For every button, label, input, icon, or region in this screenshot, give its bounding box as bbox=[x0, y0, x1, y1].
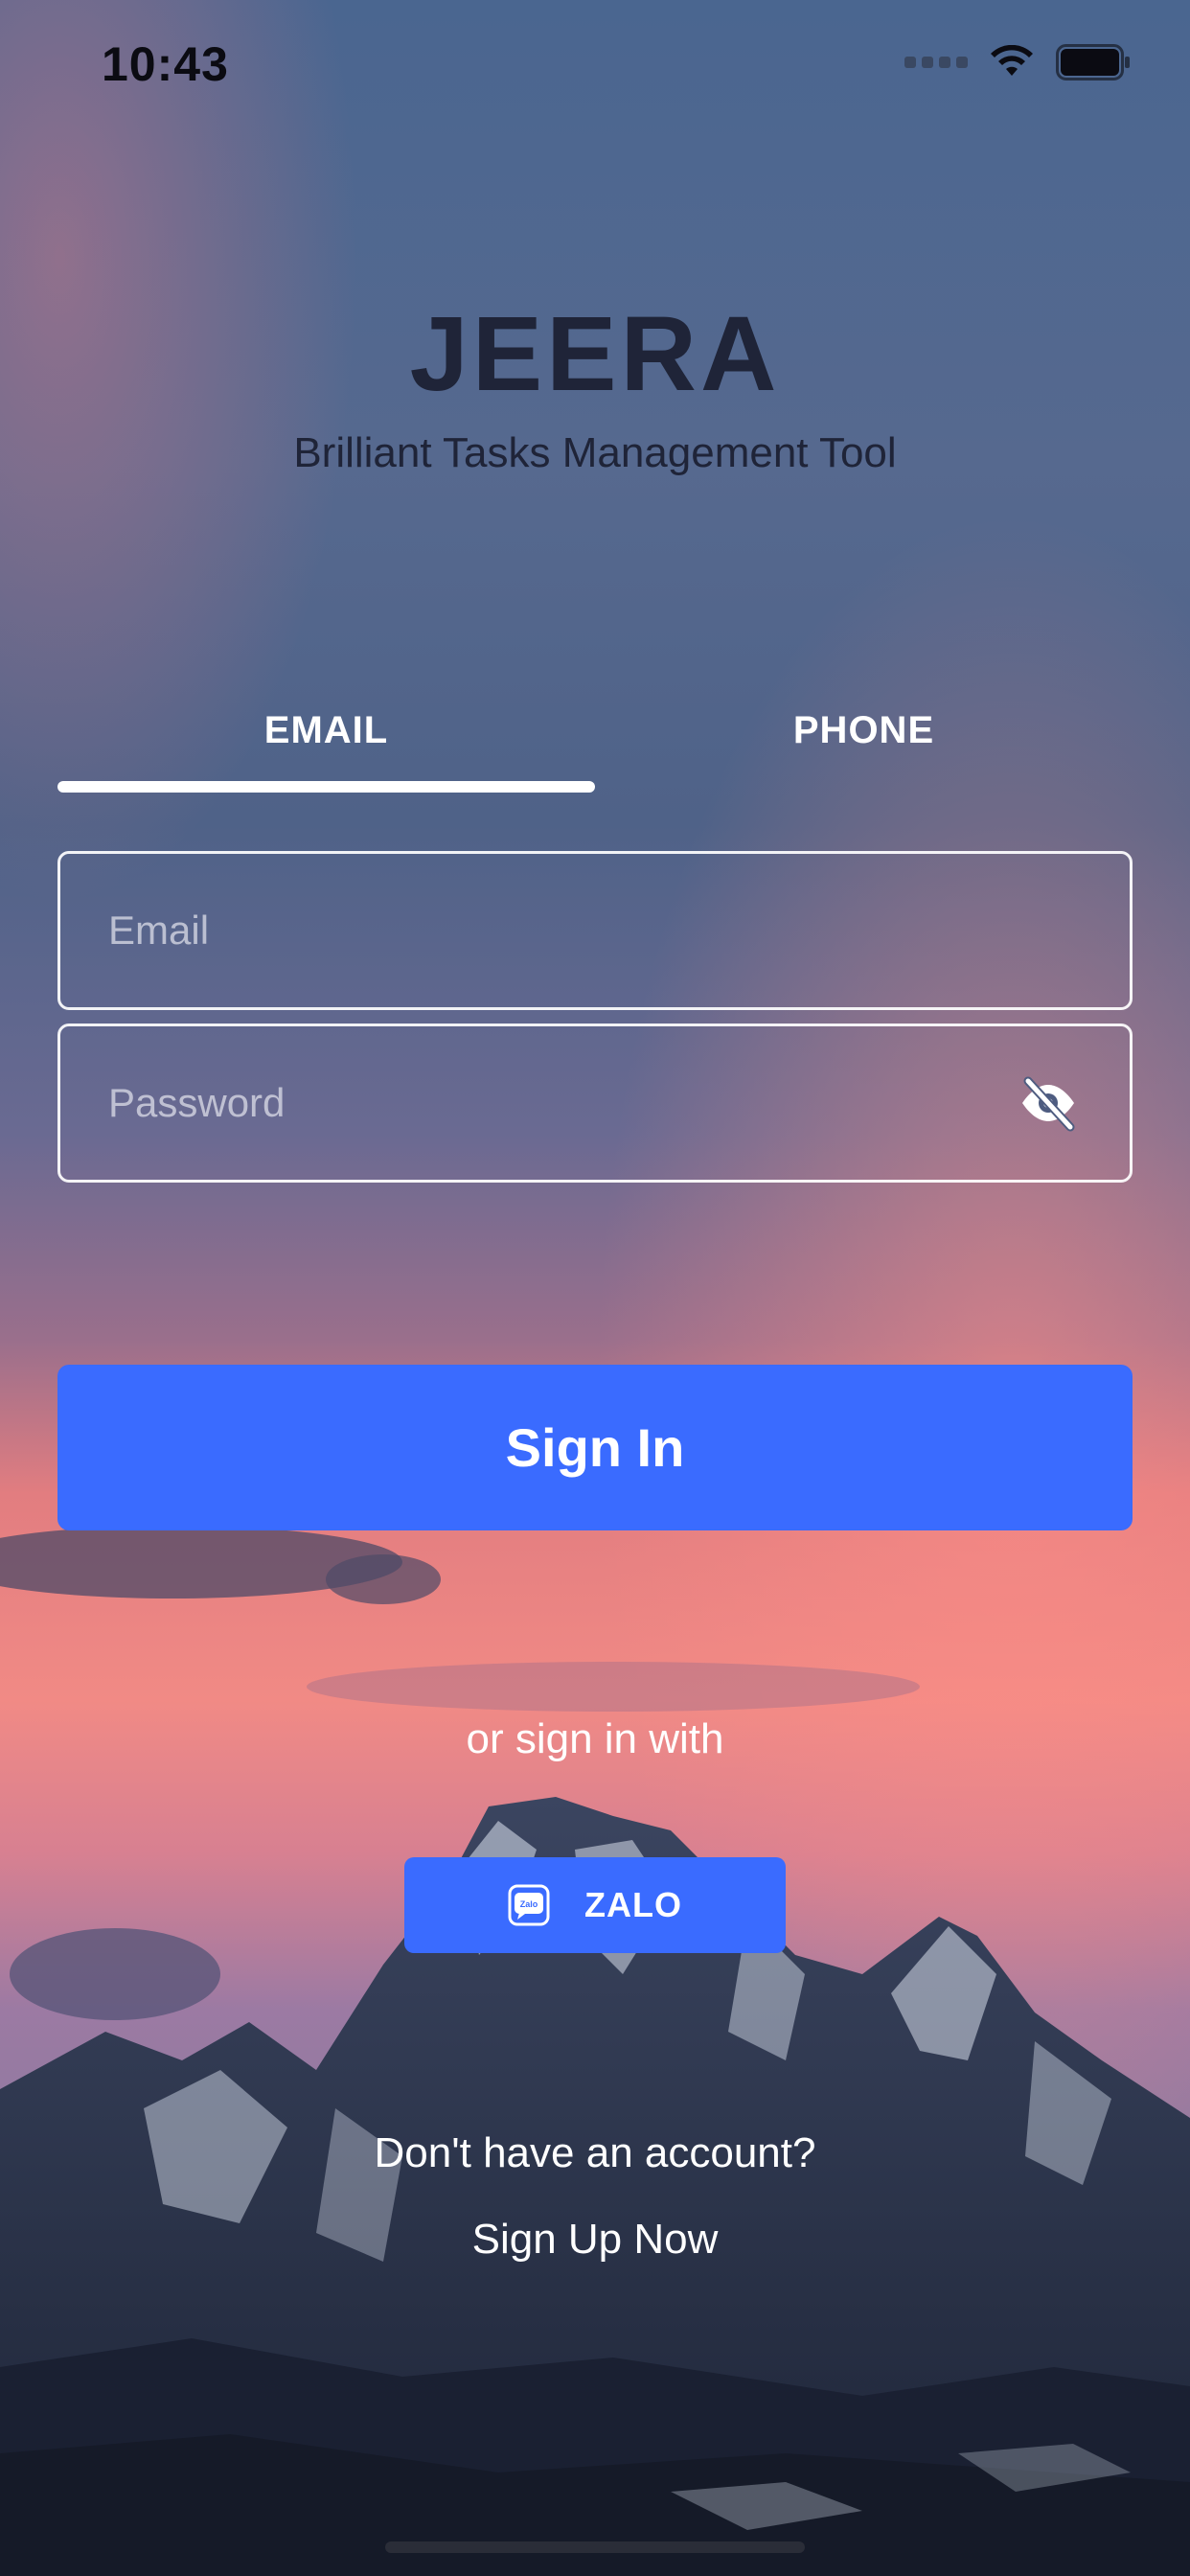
zalo-signin-button[interactable]: Zalo ZALO bbox=[404, 1857, 786, 1953]
signup-prompt: Don't have an account? bbox=[374, 2129, 816, 2176]
status-bar: 10:43 bbox=[0, 0, 1190, 134]
password-input[interactable] bbox=[60, 1079, 1130, 1127]
status-time: 10:43 bbox=[102, 37, 229, 91]
app-title: JEERA bbox=[409, 295, 781, 413]
home-indicator bbox=[385, 2542, 805, 2553]
email-input[interactable] bbox=[60, 907, 1130, 954]
password-field[interactable] bbox=[57, 1024, 1133, 1183]
app-subtitle: Brilliant Tasks Management Tool bbox=[293, 429, 897, 476]
status-icons bbox=[904, 44, 1131, 80]
eye-slash-icon[interactable] bbox=[1017, 1071, 1080, 1135]
zalo-label: ZALO bbox=[584, 1885, 682, 1924]
email-field[interactable] bbox=[57, 851, 1133, 1010]
sign-in-button[interactable]: Sign In bbox=[57, 1365, 1133, 1530]
tab-email[interactable]: EMAIL bbox=[57, 709, 595, 767]
sign-up-link[interactable]: Sign Up Now bbox=[0, 2216, 1190, 2264]
login-method-tabs: EMAIL PHONE bbox=[57, 709, 1133, 805]
alt-signin-text: or sign in with bbox=[466, 1715, 724, 1762]
svg-text:Zalo: Zalo bbox=[520, 1899, 538, 1909]
active-tab-indicator bbox=[57, 781, 595, 793]
signal-dots-icon bbox=[904, 57, 968, 68]
wifi-icon bbox=[991, 45, 1033, 76]
tab-phone[interactable]: PHONE bbox=[595, 709, 1133, 767]
zalo-icon: Zalo bbox=[508, 1884, 550, 1926]
battery-icon bbox=[1056, 44, 1130, 80]
